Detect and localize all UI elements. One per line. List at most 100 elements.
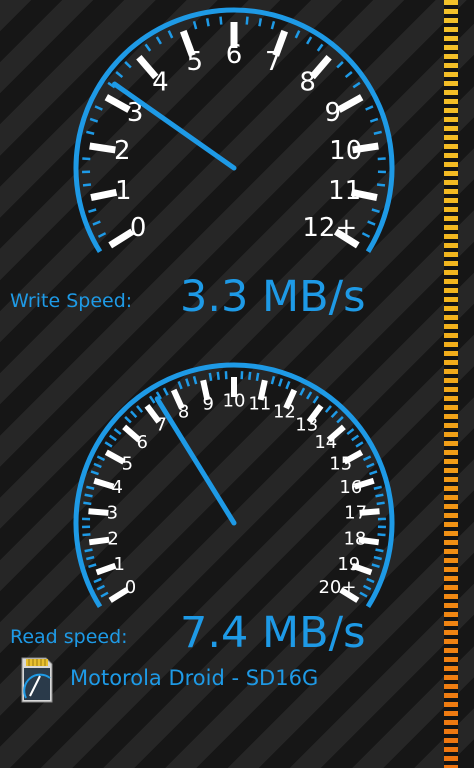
- read-gauge-minor-tick: [355, 441, 364, 448]
- read-gauge-scale-label: 18: [343, 529, 366, 550]
- sd-card-gauge-icon: [21, 657, 53, 703]
- read-gauge-scale-label: 1: [113, 554, 124, 575]
- write-gauge-major-tick: [90, 188, 118, 201]
- read-gauge-scale-label: 2: [107, 529, 118, 550]
- read-gauge-minor-tick: [96, 455, 106, 462]
- read-gauge-minor-tick: [83, 501, 92, 506]
- write-gauge-major-tick: [104, 94, 131, 113]
- read-gauge-scale-label: 6: [136, 432, 147, 453]
- read-speed-gauge: 0 1 2 3 4 5 6 7 8 9 10 11 12 13 14 15 16 17 18 19 20+: [0, 345, 462, 610]
- read-gauge-needle: [154, 396, 237, 526]
- read-gauge-minor-tick: [373, 485, 382, 490]
- read-gauge-minor-tick: [185, 378, 190, 387]
- write-gauge-minor-tick: [306, 36, 313, 45]
- read-gauge-minor-tick: [90, 470, 99, 476]
- write-gauge-scale-label: 5: [186, 47, 203, 77]
- read-gauge-minor-tick: [366, 462, 375, 469]
- write-gauge-minor-tick: [97, 232, 107, 238]
- write-gauge-minor-tick: [376, 183, 386, 187]
- read-gauge-minor-tick: [366, 577, 375, 584]
- write-gauge-minor-tick: [369, 117, 379, 123]
- read-gauge-minor-tick: [362, 584, 372, 591]
- read-gauge-minor-tick: [375, 493, 384, 498]
- read-gauge-scale-label: 7: [156, 415, 167, 436]
- write-gauge-minor-tick: [219, 16, 223, 25]
- read-gauge-minor-tick: [299, 387, 306, 396]
- read-gauge-minor-tick: [208, 372, 213, 382]
- read-speed-label: Read speed:: [10, 626, 128, 648]
- write-gauge-minor-tick: [371, 208, 380, 214]
- read-gauge-minor-tick: [124, 416, 132, 424]
- write-gauge-minor-tick: [86, 130, 95, 135]
- read-gauge-major-tick: [88, 508, 109, 516]
- read-gauge-minor-tick: [285, 380, 291, 390]
- read-gauge-minor-tick: [104, 441, 113, 448]
- read-gauge-minor-tick: [108, 434, 117, 442]
- read-gauge-minor-tick: [306, 391, 313, 400]
- device-row[interactable]: Motorola Droid - SD16G: [18, 656, 438, 706]
- read-gauge-minor-tick: [96, 584, 106, 591]
- write-gauge-minor-tick: [82, 183, 92, 187]
- write-gauge-minor-tick: [155, 36, 162, 45]
- write-gauge-major-tick: [89, 142, 116, 154]
- read-gauge-scale-label: 0: [125, 577, 136, 598]
- write-gauge-minor-tick: [365, 105, 374, 111]
- read-gauge-minor-tick: [162, 387, 169, 396]
- write-gauge-scale-label: 1: [115, 176, 132, 206]
- write-gauge-minor-tick: [294, 30, 301, 39]
- read-gauge-minor-tick: [359, 591, 368, 598]
- read-gauge-scale-label: 10: [223, 391, 246, 412]
- write-gauge-minor-tick: [82, 157, 91, 161]
- read-gauge-scale-label: 4: [111, 477, 122, 498]
- read-gauge-minor-tick: [177, 380, 183, 390]
- write-gauge-scale-label: 8: [299, 67, 316, 97]
- read-gauge-minor-tick: [312, 395, 320, 404]
- read-gauge-scale-label: 20+: [318, 577, 356, 598]
- read-gauge-minor-tick: [324, 405, 332, 413]
- write-gauge-scale-label: 4: [152, 67, 169, 97]
- write-gauge-dial: 012345 6 789101112+: [73, 7, 395, 254]
- write-gauge-minor-tick: [344, 71, 353, 79]
- read-gauge-major-tick: [88, 536, 110, 546]
- write-gauge-scale-label: 2: [114, 136, 131, 166]
- read-gauge-scale-label: 16: [339, 477, 362, 498]
- write-gauge-minor-tick: [144, 43, 152, 52]
- write-gauge-minor-tick: [94, 105, 103, 111]
- read-gauge-minor-tick: [336, 416, 344, 424]
- read-gauge-minor-tick: [93, 462, 102, 469]
- write-speed-value: 3.3 MB/s: [180, 272, 366, 322]
- write-gauge-minor-tick: [373, 130, 382, 135]
- read-gauge-minor-tick: [330, 410, 338, 419]
- read-gauge-scale-label: 5: [122, 453, 133, 474]
- read-gauge-minor-tick: [86, 555, 95, 561]
- read-gauge-minor-tick: [82, 533, 91, 537]
- read-gauge-minor-tick: [362, 455, 372, 462]
- write-gauge-scale-label: 12+: [302, 213, 357, 243]
- read-gauge-minor-tick: [192, 376, 198, 385]
- write-gauge-scale-label: 11: [328, 176, 361, 206]
- write-gauge-minor-tick: [361, 232, 371, 238]
- write-gauge-minor-tick: [167, 30, 174, 39]
- write-gauge-minor-tick: [192, 21, 198, 30]
- read-gauge-scale-label: 14: [314, 432, 337, 453]
- read-gauge-minor-tick: [270, 376, 276, 385]
- write-speed-gauge: 0 1 2 3 4 5 6 7 8 9 10 11 12+: [0, 0, 462, 290]
- read-gauge-minor-tick: [130, 410, 138, 419]
- write-gauge-scale-label: 7: [265, 47, 282, 77]
- read-gauge-minor-tick: [84, 548, 93, 553]
- write-gauge-minor-tick: [270, 21, 276, 30]
- read-gauge-minor-tick: [86, 485, 95, 490]
- device-name: Motorola Droid - SD16G: [70, 666, 319, 690]
- write-gauge-scale-label: 0: [130, 213, 147, 243]
- write-gauge-minor-tick: [245, 16, 249, 25]
- read-gauge-scale-label: 15: [329, 453, 352, 474]
- read-gauge-scale-label: 3: [107, 503, 118, 524]
- read-gauge-minor-tick: [278, 378, 283, 387]
- read-gauge-scale-label: 11: [248, 393, 271, 414]
- read-gauge-scale-label: 8: [178, 401, 189, 422]
- write-gauge-minor-tick: [89, 117, 99, 123]
- read-gauge-minor-tick: [248, 371, 252, 380]
- read-gauge-minor-tick: [351, 434, 360, 442]
- write-gauge-minor-tick: [92, 220, 101, 226]
- read-gauge-minor-tick: [375, 548, 384, 553]
